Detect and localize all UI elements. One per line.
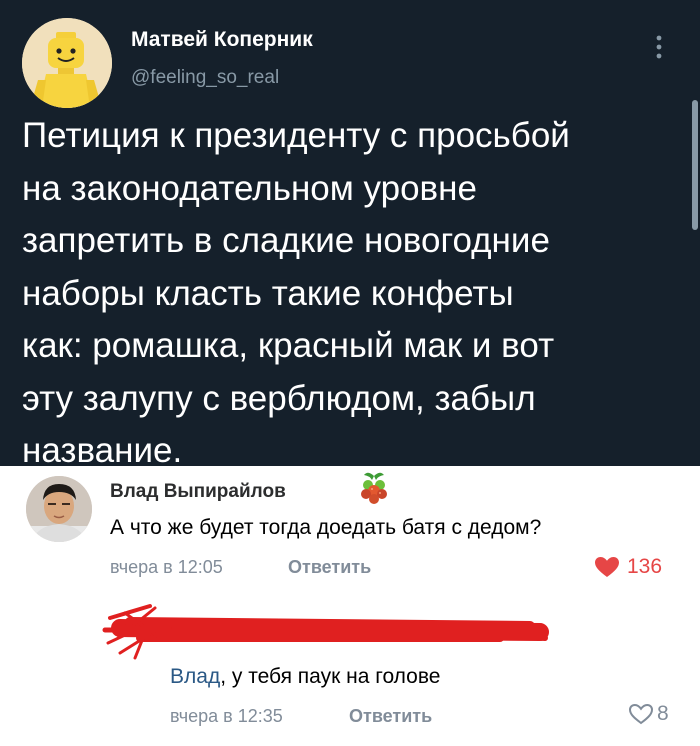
comment-timestamp[interactable]: вчера в 12:05: [110, 557, 223, 578]
comment-timestamp[interactable]: вчера в 12:35: [170, 706, 283, 727]
heart-outline-icon[interactable]: [628, 703, 654, 725]
tweet-card: Матвей Коперник @feeling_so_real Петиция…: [0, 0, 700, 470]
comment-text-body: , у тебя паук на голове: [220, 665, 441, 688]
avatar[interactable]: [26, 476, 92, 542]
reply-button[interactable]: Ответить: [288, 557, 371, 578]
lego-figure-avatar[interactable]: [22, 18, 112, 108]
red-scribble: [100, 598, 550, 670]
comment-author-name[interactable]: Влад Выпирайлов: [110, 481, 286, 503]
scrollbar[interactable]: [692, 100, 698, 230]
like-count[interactable]: 136: [627, 555, 662, 579]
reply-button[interactable]: Ответить: [349, 706, 432, 727]
mention-link[interactable]: Влад: [170, 665, 220, 688]
like-count[interactable]: 8: [657, 702, 669, 726]
heart-filled-icon[interactable]: [594, 556, 620, 578]
comment-text: А что же будет тогда доедать батя с дедо…: [110, 516, 542, 539]
tweet-author-name[interactable]: Матвей Коперник: [131, 28, 313, 52]
tweet-text: Петиция к президенту с просьбой на закон…: [22, 116, 570, 470]
raspberry-badge-icon: [356, 470, 392, 506]
comment-text: Влад, у тебя паук на голове: [170, 665, 440, 689]
vertical-dots-icon[interactable]: [655, 34, 663, 64]
tweet-author-handle[interactable]: @feeling_so_real: [131, 67, 279, 89]
